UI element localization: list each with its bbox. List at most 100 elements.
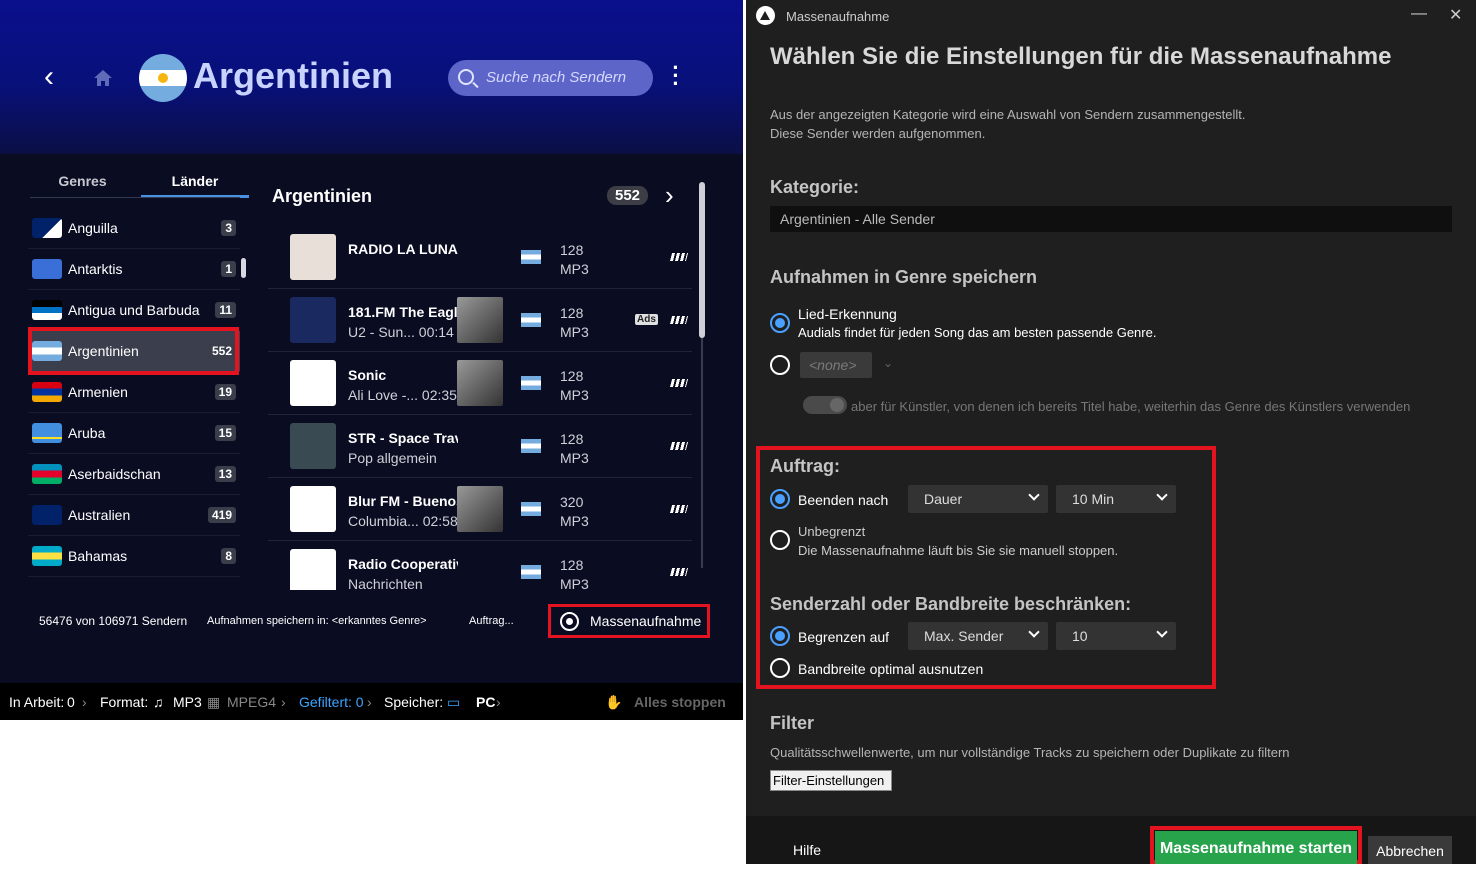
stop-all-button[interactable]: Alles stoppen [634, 694, 726, 710]
country-item[interactable]: Aruba 15 [28, 413, 240, 454]
country-item[interactable]: Anguilla 3 [28, 208, 240, 249]
station-now-playing: Pop allgemein [348, 450, 437, 466]
filter-settings-button[interactable]: Filter-Einstellungen [770, 770, 892, 791]
unlimited-radio[interactable] [770, 530, 790, 550]
limit-to-label[interactable]: Begrenzen auf [798, 629, 889, 645]
chevron-right-icon[interactable]: › [665, 182, 674, 208]
song-detect-sub: Audials findet für jeden Song das am bes… [798, 325, 1157, 340]
station-bitrate: 128 MP3 [560, 557, 589, 590]
storage-pc[interactable]: PC [476, 694, 495, 710]
station-row[interactable]: Radio Cooperativ Nachrichten 128 MP3 [268, 541, 692, 590]
tab-countries[interactable]: Länder [141, 170, 249, 198]
station-row[interactable]: RADIO LA LUNA 128 MP3 [268, 226, 692, 289]
country-name: Aserbaidschan [68, 466, 161, 482]
country-item[interactable]: Bahamas 8 [28, 536, 240, 577]
chevron-right-icon: › [496, 694, 501, 710]
filter-heading: Filter [770, 713, 815, 733]
country-item[interactable]: Australien 419 [28, 495, 240, 536]
limit-heading: Senderzahl oder Bandbreite beschränken: [770, 594, 1132, 614]
unlimited-label[interactable]: Unbegrenzt [798, 524, 865, 539]
music-note-icon: ♫ [153, 694, 164, 710]
song-detect-radio[interactable] [770, 313, 790, 333]
end-after-radio[interactable] [770, 489, 790, 509]
minimize-icon[interactable]: — [1411, 5, 1427, 23]
search-icon [458, 69, 474, 85]
mass-record-radio[interactable] [560, 612, 579, 631]
argentina-flag-icon [521, 565, 541, 579]
limit-type-dropdown[interactable]: Max. Sender [908, 622, 1048, 650]
chevron-right-icon: › [281, 694, 286, 710]
station-name: STR - Space Trav [348, 430, 458, 446]
limit-to-radio[interactable] [770, 626, 790, 646]
station-bitrate: 128 MP3 [560, 242, 589, 277]
country-list-scrollbar[interactable] [241, 258, 246, 278]
left-tabs: Genres Länder [30, 170, 249, 200]
chevron-down-icon [1028, 626, 1040, 638]
armenia-flag-icon [32, 382, 62, 402]
cancel-button[interactable]: Abbrechen [1368, 836, 1452, 864]
station-row[interactable]: STR - Space Trav Pop allgemein 128 MP3 [268, 415, 692, 478]
mass-record-dialog: Massenaufnahme — ✕ Wählen Sie die Einste… [746, 0, 1476, 864]
station-name: Sonic [348, 367, 387, 383]
close-icon[interactable]: ✕ [1449, 5, 1462, 25]
station-logo [290, 549, 336, 590]
station-row[interactable]: Sonic Ali Love -... 02:35 128 MP3 [268, 352, 692, 415]
genre-none-radio[interactable] [770, 355, 790, 375]
station-row[interactable]: Blur FM - Buenos Columbia... 02:58 320 MP3 [268, 478, 692, 541]
country-item[interactable]: Antigua und Barbuda 11 [28, 290, 240, 331]
genre-select[interactable]: <none> [800, 352, 872, 378]
search-input[interactable]: Suche nach Sendern [448, 60, 653, 96]
format-mpeg4[interactable]: MPEG4 [227, 694, 276, 710]
end-after-type-dropdown[interactable]: Dauer [908, 485, 1048, 513]
home-icon[interactable] [92, 67, 114, 89]
aruba-flag-icon [32, 423, 62, 443]
app-header: ‹ Argentinien Suche nach Sendern · · · [0, 0, 743, 154]
tab-genres[interactable]: Genres [30, 170, 135, 198]
end-after-label[interactable]: Beenden nach [798, 492, 888, 508]
format-mp3[interactable]: MP3 [173, 694, 202, 710]
station-row[interactable]: 181.FM The Eagl U2 - Sun... 00:14 128 MP3 Ad… [268, 289, 692, 352]
country-name: Anguilla [68, 220, 118, 236]
filtered-count[interactable]: Gefiltert: 0 [299, 694, 364, 710]
intro-line-2: Diese Sender werden aufgenommen. [770, 126, 986, 141]
bahamas-flag-icon [32, 546, 62, 566]
station-bitrate: 128 MP3 [560, 305, 589, 340]
chevron-down-icon [1156, 626, 1168, 638]
start-mass-record-button[interactable]: Massenaufnahme starten [1155, 831, 1357, 864]
station-name: Radio Cooperativ [348, 556, 458, 572]
bandwidth-label[interactable]: Bandbreite optimal ausnutzen [798, 661, 983, 677]
argentina-flag-icon [521, 376, 541, 390]
ads-badge: Ads [635, 314, 658, 325]
back-button[interactable]: ‹ [44, 62, 68, 92]
country-item[interactable]: Armenien 19 [28, 372, 240, 413]
chevron-right-icon: › [367, 694, 372, 710]
limit-value-dropdown[interactable]: 10 [1056, 622, 1176, 650]
station-total-text: 56476 von 106971 Sendern [39, 614, 188, 628]
station-logo [290, 486, 336, 532]
station-now-playing: U2 - Sun... 00:14 [348, 324, 454, 340]
artist-genre-toggle[interactable] [803, 396, 847, 414]
mass-record-label[interactable]: Massenaufnahme [590, 613, 701, 629]
station-logo [290, 297, 336, 343]
country-list: Anguilla 3 Antarktis 1 Antigua und Barbuda 11… [28, 208, 240, 588]
in-work-value: 0 [67, 694, 75, 710]
station-now-playing: Columbia... 02:58 [348, 513, 458, 529]
country-count: 13 [214, 466, 236, 482]
country-item[interactable]: Aserbaidschan 13 [28, 454, 240, 495]
country-name: Armenien [68, 384, 128, 400]
end-after-value-dropdown[interactable]: 10 Min [1056, 485, 1176, 513]
argentina-flag-icon [521, 502, 541, 516]
help-link[interactable]: Hilfe [793, 842, 821, 858]
job-link[interactable]: Auftrag... [469, 615, 514, 627]
country-item[interactable]: Argentinien 552 [28, 331, 240, 372]
save-location-link[interactable]: Aufnahmen speichern in: <erkanntes Genre… [207, 615, 427, 627]
song-detect-label[interactable]: Lied-Erkennung [798, 306, 897, 322]
station-list-scrollbar[interactable] [699, 182, 705, 338]
chevron-down-icon [1156, 489, 1168, 501]
argentina-flag-icon [139, 54, 187, 102]
station-list: RADIO LA LUNA 128 MP3 181.FM The Eagl U2 - S… [268, 226, 692, 590]
bandwidth-radio[interactable] [770, 658, 790, 678]
country-item[interactable]: Antarktis 1 [28, 249, 240, 290]
more-menu-icon[interactable]: · · · [669, 57, 683, 95]
film-icon: ▦ [207, 694, 221, 710]
